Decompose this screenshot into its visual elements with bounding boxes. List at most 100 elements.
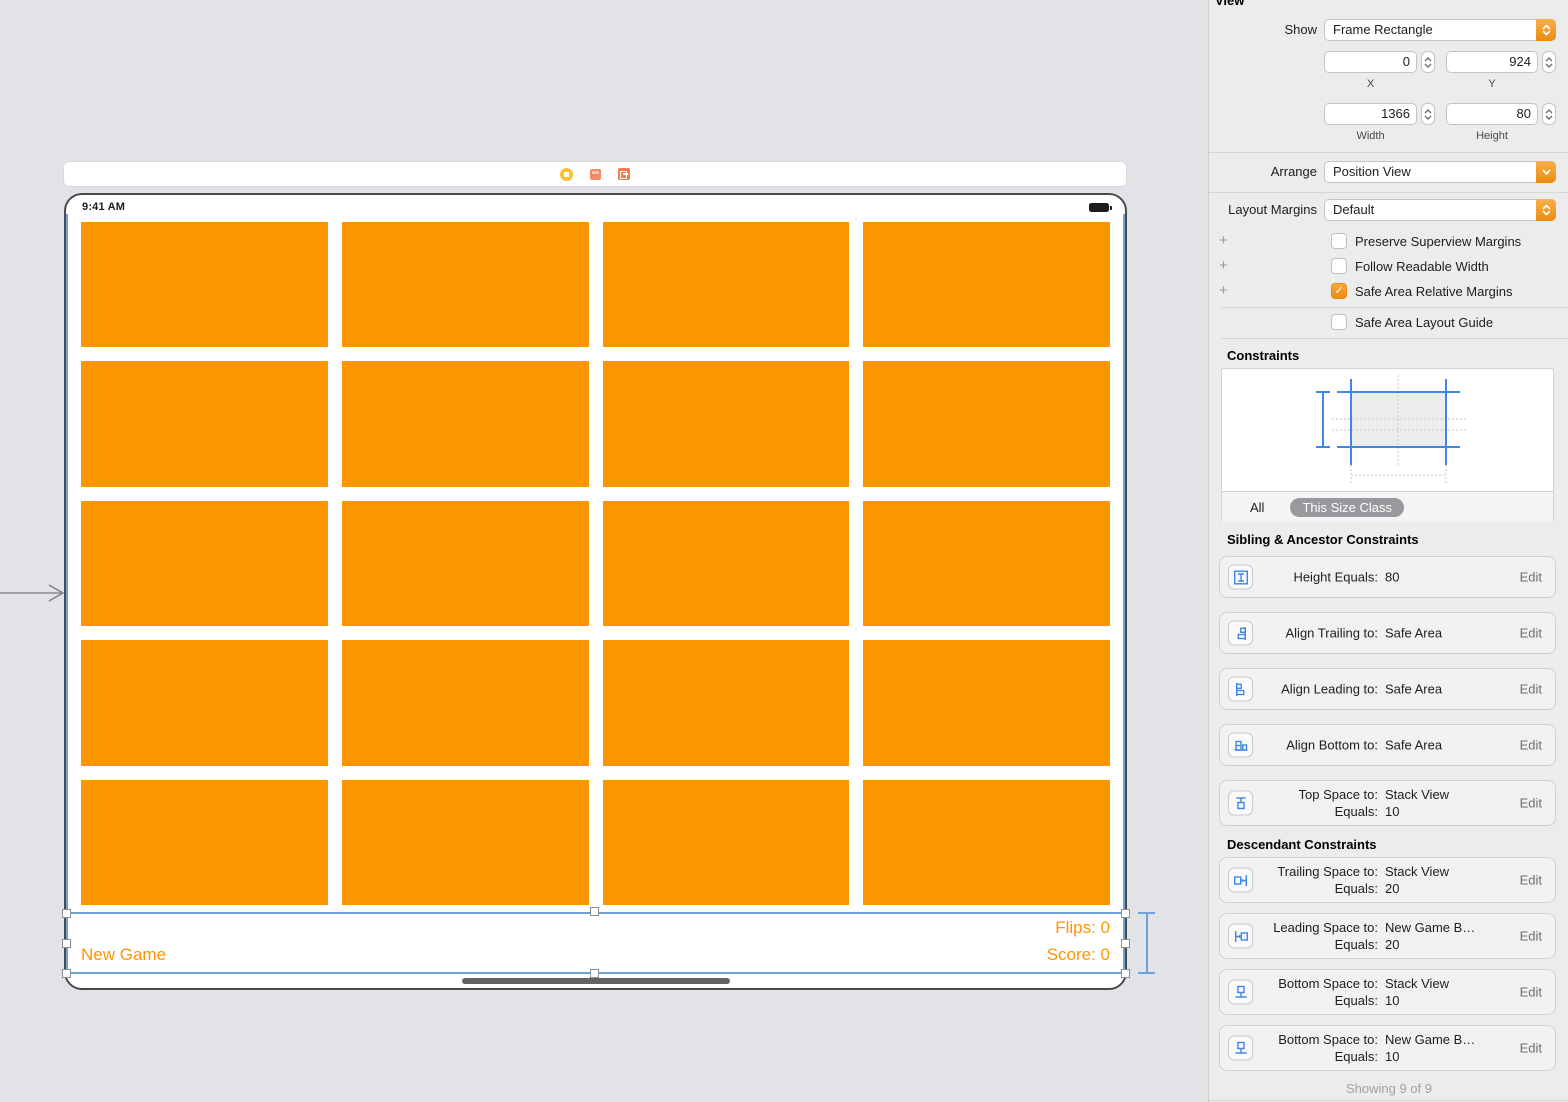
selection-handle[interactable]	[1121, 939, 1130, 948]
card-button[interactable]	[603, 222, 850, 347]
card-button[interactable]	[81, 361, 328, 486]
show-value: Frame Rectangle	[1325, 20, 1536, 40]
leading-space-constraint-icon	[1228, 924, 1253, 949]
layout-margins-dropdown[interactable]: Default	[1324, 199, 1556, 221]
battery-icon	[1089, 203, 1109, 212]
width-field[interactable]: 1366	[1324, 103, 1417, 125]
card-button[interactable]	[342, 501, 589, 626]
constraint-attribute: Bottom Space to:	[1260, 976, 1378, 991]
constraint-attribute: Align Leading to:	[1260, 682, 1378, 697]
checkbox-unchecked[interactable]	[1331, 233, 1347, 249]
checkbox-unchecked[interactable]	[1331, 314, 1347, 330]
bottom-space-constraint-icon	[1228, 1036, 1253, 1061]
constraint-row[interactable]: Height Equals:80Edit	[1219, 556, 1556, 598]
checkbox-label: Safe Area Layout Guide	[1355, 315, 1493, 331]
card-button[interactable]	[342, 640, 589, 765]
checkbox-unchecked[interactable]	[1331, 258, 1347, 274]
selection-handle[interactable]	[62, 939, 71, 948]
constraint-attribute: Top Space to:	[1260, 787, 1378, 802]
constraint-row[interactable]: Bottom Space to:New Game B…Equals:10 Edit	[1219, 1025, 1556, 1071]
x-stepper[interactable]	[1421, 51, 1435, 73]
top-space-constraint-icon	[1228, 791, 1253, 816]
edit-constraint-button[interactable]: Edit	[1520, 626, 1542, 641]
edit-constraint-button[interactable]: Edit	[1520, 738, 1542, 753]
constraint-description: Bottom Space to:Stack ViewEquals:10	[1260, 976, 1503, 1008]
height-constraint-icon	[1228, 565, 1253, 590]
edit-constraint-button[interactable]: Edit	[1520, 1041, 1542, 1056]
initial-view-controller-arrow[interactable]	[0, 583, 66, 603]
card-button[interactable]	[342, 222, 589, 347]
y-field[interactable]: 924	[1446, 51, 1538, 73]
card-button[interactable]	[81, 780, 328, 905]
constraint-row[interactable]: Align Trailing to:Safe Area Edit	[1219, 612, 1556, 654]
constraint-row[interactable]: Leading Space to:New Game B…Equals:20Edi…	[1219, 913, 1556, 959]
constraint-row[interactable]: Trailing Space to:Stack ViewEquals:20Edi…	[1219, 857, 1556, 903]
align-bottom-constraint-icon	[1228, 733, 1253, 758]
y-axis-label: Y	[1446, 78, 1538, 90]
width-stepper[interactable]	[1421, 103, 1435, 125]
edit-constraint-button[interactable]: Edit	[1520, 985, 1542, 1000]
flips-count-label[interactable]: Flips: 0	[1055, 918, 1110, 938]
card-button[interactable]	[863, 780, 1110, 905]
constraint-row[interactable]: Align Bottom to:Safe AreaEdit	[1219, 724, 1556, 766]
exit-icon[interactable]	[618, 168, 630, 180]
card-button[interactable]	[342, 780, 589, 905]
height-axis-label: Height	[1446, 130, 1538, 142]
selection-handle[interactable]	[590, 969, 599, 978]
card-button[interactable]	[603, 361, 850, 486]
card-button[interactable]	[81, 222, 328, 347]
card-button[interactable]	[81, 640, 328, 765]
card-button[interactable]	[603, 640, 850, 765]
card-grid	[81, 222, 1110, 905]
card-button[interactable]	[603, 780, 850, 905]
new-game-button[interactable]: New Game	[81, 945, 166, 965]
view-controller-icon[interactable]	[560, 168, 573, 181]
show-dropdown[interactable]: Frame Rectangle	[1324, 19, 1556, 41]
selection-handle[interactable]	[1121, 969, 1130, 978]
constraint-description: Align Trailing to:Safe Area	[1260, 626, 1503, 641]
card-button[interactable]	[342, 361, 589, 486]
selection-handle[interactable]	[62, 969, 71, 978]
y-stepper[interactable]	[1542, 51, 1556, 73]
first-responder-icon[interactable]	[590, 169, 601, 180]
add-constraint-plus-button[interactable]: +	[1219, 233, 1228, 249]
constraint-attribute: Equals:	[1260, 804, 1378, 819]
add-constraint-plus-button[interactable]: +	[1219, 283, 1228, 299]
descendant-constraints-header: Descendant Constraints	[1227, 837, 1377, 852]
checkbox-label: Safe Area Relative Margins	[1355, 284, 1513, 300]
height-stepper[interactable]	[1542, 103, 1556, 125]
constraint-row[interactable]: Align Leading to: Safe Area Edit	[1219, 668, 1556, 710]
edit-constraint-button[interactable]: Edit	[1520, 929, 1542, 944]
constraints-diagram[interactable]: All This Size Class	[1221, 368, 1554, 522]
selection-handle[interactable]	[590, 907, 599, 916]
card-button[interactable]	[81, 501, 328, 626]
constraint-value: 10	[1385, 1049, 1503, 1064]
edit-constraint-button[interactable]: Edit	[1520, 682, 1542, 697]
edit-constraint-button[interactable]: Edit	[1520, 796, 1542, 811]
edit-constraint-button[interactable]: Edit	[1520, 570, 1542, 585]
size-class-option[interactable]: All	[1250, 500, 1264, 515]
x-field[interactable]: 0	[1324, 51, 1417, 73]
size-class-option-selected[interactable]: This Size Class	[1290, 498, 1404, 517]
size-inspector: View Show Frame Rectangle 0 924 X Y 1366…	[1208, 0, 1568, 1102]
card-button[interactable]	[863, 501, 1110, 626]
card-button[interactable]	[863, 222, 1110, 347]
edit-constraint-button[interactable]: Edit	[1520, 873, 1542, 888]
card-button[interactable]	[863, 361, 1110, 486]
constraint-row[interactable]: Top Space to:Stack ViewEquals:10Edit	[1219, 780, 1556, 826]
selection-handle[interactable]	[62, 909, 71, 918]
storyboard-canvas[interactable]: 9:41 AM Flips: 0 Score: 0 New Game	[0, 0, 1208, 1102]
height-field[interactable]: 80	[1446, 103, 1538, 125]
constraint-attribute: Leading Space to:	[1260, 920, 1378, 935]
add-constraint-plus-button[interactable]: +	[1219, 258, 1228, 274]
constraint-value: Safe Area	[1385, 682, 1503, 697]
constraint-description: Bottom Space to:New Game B…Equals:10	[1260, 1032, 1503, 1064]
constraint-row[interactable]: Bottom Space to:Stack ViewEquals:10 Edit	[1219, 969, 1556, 1015]
arrange-dropdown[interactable]: Position View	[1324, 161, 1556, 183]
selection-handle[interactable]	[1121, 909, 1130, 918]
checkbox-checked[interactable]: ✓	[1331, 283, 1347, 299]
ipad-scene[interactable]: 9:41 AM Flips: 0 Score: 0 New Game	[64, 193, 1127, 990]
card-button[interactable]	[603, 501, 850, 626]
card-button[interactable]	[863, 640, 1110, 765]
score-count-label[interactable]: Score: 0	[1047, 945, 1110, 965]
